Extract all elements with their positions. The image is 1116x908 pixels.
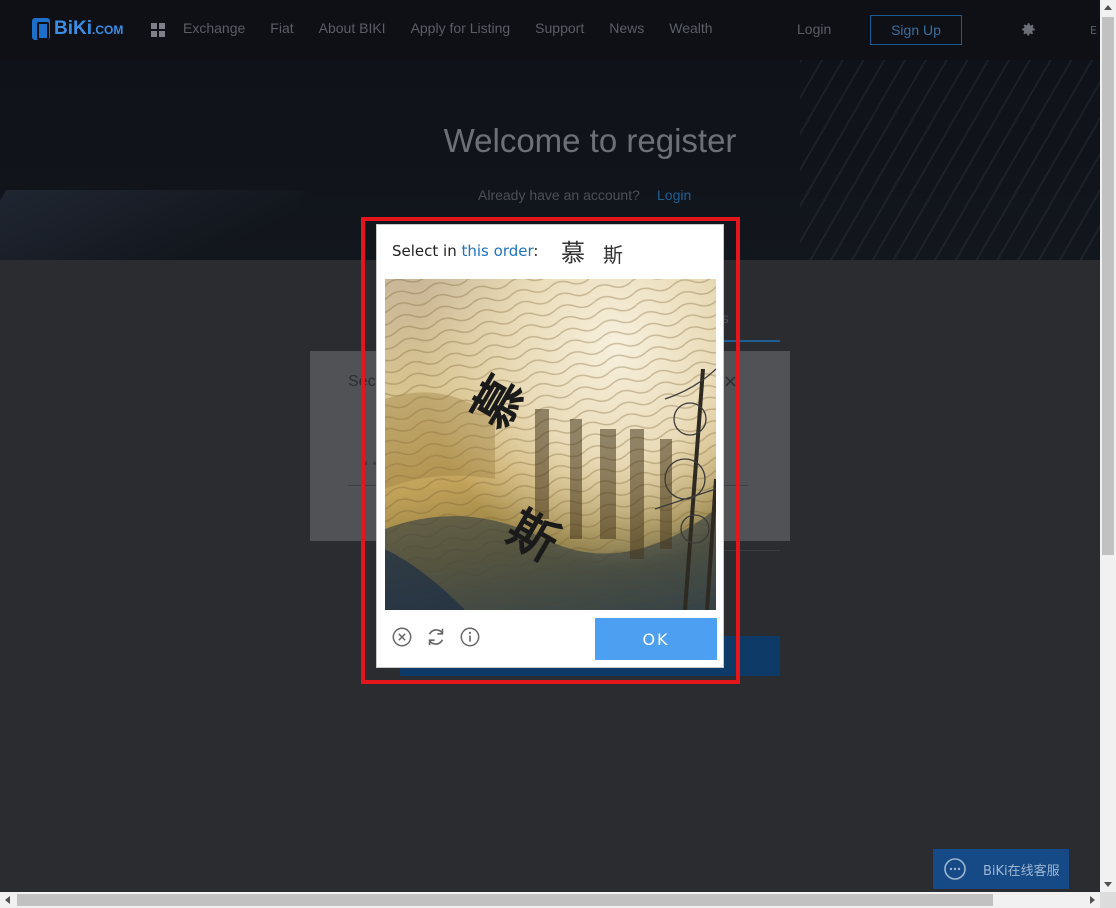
- refresh-icon[interactable]: [425, 626, 447, 648]
- main-nav: Exchange Fiat About BIKI Apply for Listi…: [183, 20, 738, 36]
- captcha-image[interactable]: 慕 斯: [385, 279, 716, 610]
- hero-login-link[interactable]: Login: [657, 187, 691, 203]
- captcha-toolbar: [391, 626, 493, 648]
- captcha-ok-button[interactable]: OK: [595, 618, 717, 660]
- nav-login-link[interactable]: Login: [797, 21, 831, 37]
- captcha-image-texture: [385, 279, 716, 610]
- scroll-up-icon[interactable]: [1104, 5, 1112, 10]
- nav-exchange[interactable]: Exchange: [183, 20, 245, 36]
- scroll-corner: [1100, 892, 1116, 908]
- top-navbar: BiKi.COM Exchange Fiat About BIKI Apply …: [0, 0, 1100, 60]
- scroll-left-icon[interactable]: [5, 896, 10, 904]
- apps-grid-icon[interactable]: [151, 23, 165, 37]
- info-icon[interactable]: [459, 626, 481, 648]
- scroll-right-icon[interactable]: [1090, 896, 1095, 904]
- captcha-dialog: Select in this order: 慕 斯 慕 斯 OK: [376, 224, 724, 668]
- gear-icon[interactable]: [1020, 21, 1037, 38]
- nav-wealth[interactable]: Wealth: [669, 20, 712, 36]
- online-support-label: BiKi在线客服: [983, 864, 1060, 879]
- captcha-target-chars: 慕 斯: [561, 233, 641, 268]
- close-circle-icon[interactable]: [391, 626, 413, 648]
- captcha-instruction: Select in this order:: [392, 242, 539, 260]
- nav-apply-listing[interactable]: Apply for Listing: [411, 20, 511, 36]
- scroll-down-icon[interactable]: [1104, 882, 1112, 887]
- target-char-1: 慕: [561, 239, 585, 267]
- nav-support[interactable]: Support: [535, 20, 584, 36]
- horizontal-scroll-thumb[interactable]: [17, 894, 993, 906]
- brand-suffix: .COM: [92, 23, 124, 37]
- language-switch[interactable]: E: [1090, 24, 1097, 37]
- online-support-button[interactable]: BiKi在线客服: [933, 849, 1069, 889]
- vertical-scrollbar[interactable]: [1100, 0, 1116, 892]
- horizontal-scrollbar[interactable]: [0, 892, 1100, 908]
- brand-logo[interactable]: BiKi.COM: [32, 18, 123, 40]
- signup-button[interactable]: Sign Up: [870, 15, 962, 45]
- vertical-scroll-thumb[interactable]: [1102, 17, 1114, 555]
- nav-news[interactable]: News: [609, 20, 644, 36]
- logo-mark-icon: [32, 18, 50, 40]
- brand-name: BiKi: [54, 18, 92, 39]
- captcha-order-link[interactable]: this order: [462, 242, 534, 260]
- target-char-2: 斯: [603, 243, 623, 267]
- hero-subtitle: Already have an account?: [478, 187, 640, 203]
- nav-fiat[interactable]: Fiat: [270, 20, 293, 36]
- nav-about[interactable]: About BIKI: [319, 20, 386, 36]
- page-title: Welcome to register: [443, 122, 737, 159]
- chat-bubble-icon: [944, 858, 966, 880]
